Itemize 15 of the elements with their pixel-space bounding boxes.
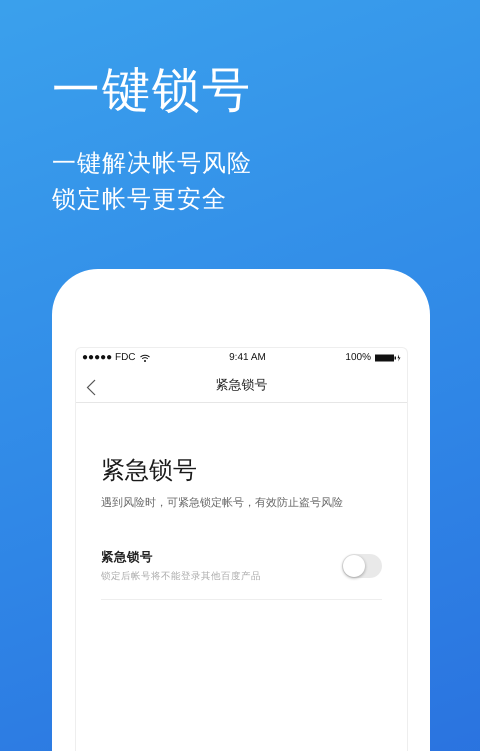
- setting-hint: 锁定后帐号将不能登录其他百度产品: [101, 570, 261, 584]
- tagline: 一键解决帐号风险: [52, 150, 253, 178]
- headline: 一键锁号: [52, 63, 253, 119]
- back-icon: [86, 379, 96, 396]
- setting-label: 紧急锁号: [101, 548, 154, 566]
- page-description: 遇到风险时，可紧急锁定帐号，有效防止盗号风险: [101, 496, 344, 512]
- toggle-switch[interactable]: [342, 554, 382, 578]
- nav-title: 紧急锁号: [216, 376, 268, 394]
- wifi-icon: [140, 354, 150, 362]
- battery-icon: [375, 354, 401, 362]
- battery-text: 100%: [345, 351, 371, 366]
- time-text: 9:41 AM: [229, 351, 266, 366]
- page-title: 紧急锁号: [101, 456, 198, 486]
- carrier-text: ●●●●● FDC: [82, 351, 136, 366]
- tagline: 锁定帐号更安全: [52, 186, 228, 216]
